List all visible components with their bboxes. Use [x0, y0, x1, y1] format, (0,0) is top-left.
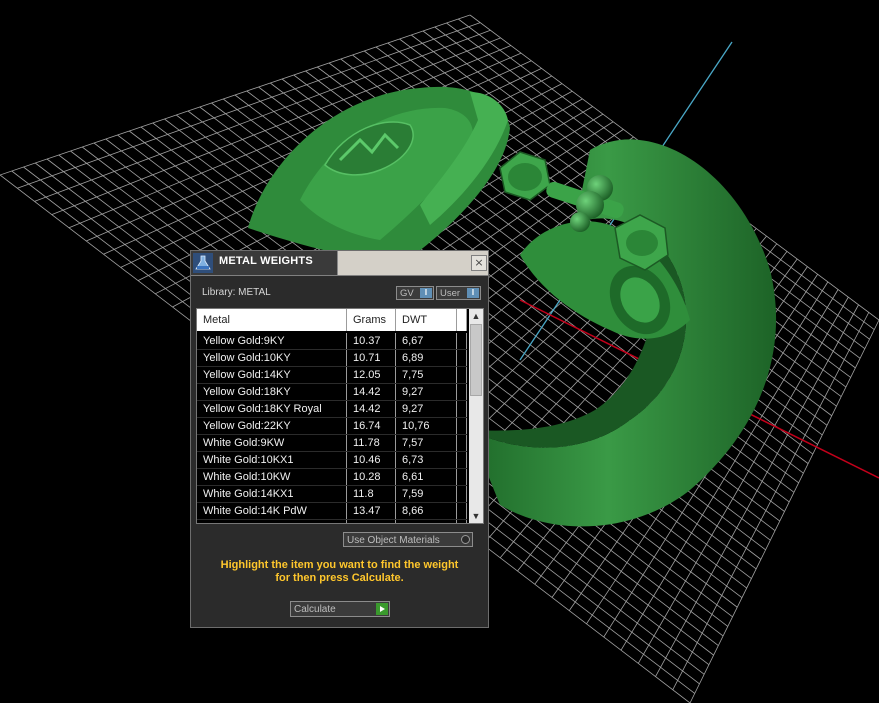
- instruction-text: Highlight the item you want to find the …: [191, 559, 488, 585]
- dwt-cell: 10,76: [396, 418, 457, 434]
- dwt-cell: 7,75: [396, 367, 457, 383]
- table-row[interactable]: Yellow Gold:10KY 10.71 6,89: [197, 350, 467, 367]
- grams-cell: 12.05: [347, 367, 396, 383]
- spacer-cell: [457, 333, 467, 349]
- dialog-titlebar[interactable]: METAL WEIGHTS ×: [191, 251, 488, 276]
- spacer-cell: [457, 452, 467, 468]
- metal-cell: White Gold:14KW: [197, 520, 347, 523]
- table-row[interactable]: White Gold:14KW13.138,58: [197, 520, 467, 523]
- chevron-down-icon[interactable]: ▼: [469, 509, 483, 523]
- metal-cell: White Gold:9KW: [197, 435, 347, 451]
- grams-cell: 10.71: [347, 350, 396, 366]
- spacer-cell: [457, 367, 467, 383]
- dwt-cell: 7,57: [396, 435, 457, 451]
- calculate-label: Calculate: [294, 604, 336, 615]
- metal-cell: Yellow Gold:14KY: [197, 367, 347, 383]
- scroll-thumb[interactable]: [470, 324, 482, 396]
- title-tab: METAL WEIGHTS: [191, 251, 338, 275]
- table-row[interactable]: White Gold:14K PdW 13.47 8,66: [197, 503, 467, 520]
- spacer-cell: [457, 418, 467, 434]
- table-row[interactable]: Yellow Gold:14KY 12.05 7,75: [197, 367, 467, 384]
- close-icon[interactable]: ×: [471, 255, 487, 271]
- spacer-cell: [457, 520, 467, 523]
- dialog-title: METAL WEIGHTS: [219, 255, 313, 267]
- spacer-cell: [457, 469, 467, 485]
- table-row[interactable]: White Gold:10KW 10.28 6,61: [197, 469, 467, 486]
- dwt-cell: 8,66: [396, 503, 457, 519]
- user-toggle-label: User: [440, 288, 461, 299]
- spacer-cell: [457, 435, 467, 451]
- dwt-cell: 6,89: [396, 350, 457, 366]
- spacer-cell: [457, 401, 467, 417]
- grams-cell: 13.13: [347, 520, 396, 523]
- metal-cell: Yellow Gold:18KY Royal: [197, 401, 347, 417]
- grams-cell: 13.47: [347, 503, 396, 519]
- grams-cell: 10.37: [347, 333, 396, 349]
- spacer-cell: [457, 486, 467, 502]
- metal-cell: White Gold:14KX1: [197, 486, 347, 502]
- grams-cell: 11.8: [347, 486, 396, 502]
- dwt-cell: 7,59: [396, 486, 457, 502]
- instruction-line-2: for then press Calculate.: [275, 572, 404, 584]
- grams-cell: 10.28: [347, 469, 396, 485]
- column-header-spacer: [457, 309, 467, 331]
- toggle-knob-icon: I: [467, 288, 479, 298]
- play-icon: [376, 603, 388, 615]
- metal-cell: White Gold:10KW: [197, 469, 347, 485]
- table-row[interactable]: Yellow Gold:18KY 14.42 9,27: [197, 384, 467, 401]
- column-header-metal[interactable]: Metal: [197, 309, 347, 331]
- column-header-grams[interactable]: Grams: [347, 309, 396, 331]
- table-row[interactable]: White Gold:14KX1 11.8 7,59: [197, 486, 467, 503]
- table-row[interactable]: Yellow Gold:18KY Royal 14.42 9,27: [197, 401, 467, 418]
- dwt-cell: 6,67: [396, 333, 457, 349]
- spacer-cell: [457, 350, 467, 366]
- table-header: Metal Grams DWT: [197, 309, 467, 331]
- grams-cell: 14.42: [347, 384, 396, 400]
- spacer-cell: [457, 384, 467, 400]
- metal-cell: Yellow Gold:18KY: [197, 384, 347, 400]
- dwt-cell: 9,27: [396, 401, 457, 417]
- chevron-up-icon[interactable]: ▲: [469, 309, 483, 323]
- use-object-materials-toggle[interactable]: Use Object Materials: [343, 532, 473, 547]
- flask-icon: [193, 253, 213, 273]
- metal-weights-dialog: METAL WEIGHTS × Library: METAL GV I User…: [190, 250, 489, 628]
- table-body: Yellow Gold:9KY 10.37 6,67 Yellow Gold:10KY…: [197, 333, 467, 523]
- dwt-cell: 8,58: [396, 520, 457, 523]
- table-row[interactable]: White Gold:9KW 11.78 7,57: [197, 435, 467, 452]
- gv-toggle[interactable]: GV I: [396, 286, 434, 300]
- calculate-button[interactable]: Calculate: [290, 601, 390, 617]
- spacer-cell: [457, 503, 467, 519]
- metal-cell: Yellow Gold:10KY: [197, 350, 347, 366]
- metal-cell: Yellow Gold:22KY: [197, 418, 347, 434]
- metal-cell: White Gold:14K PdW: [197, 503, 347, 519]
- table-row[interactable]: Yellow Gold:9KY 10.37 6,67: [197, 333, 467, 350]
- use-object-materials-label: Use Object Materials: [347, 535, 440, 546]
- dwt-cell: 6,61: [396, 469, 457, 485]
- instruction-line-1: Highlight the item you want to find the …: [220, 559, 459, 571]
- metal-cell: Yellow Gold:9KY: [197, 333, 347, 349]
- table-row[interactable]: Yellow Gold:22KY 16.74 10,76: [197, 418, 467, 435]
- table-scrollbar[interactable]: ▲ ▼: [469, 309, 483, 523]
- grams-cell: 16.74: [347, 418, 396, 434]
- column-header-dwt[interactable]: DWT: [396, 309, 457, 331]
- metal-table: Metal Grams DWT Yellow Gold:9KY 10.37 6,67…: [196, 308, 484, 524]
- toggle-knob-icon: I: [420, 288, 432, 298]
- dwt-cell: 6,73: [396, 452, 457, 468]
- library-label: Library: METAL: [202, 287, 271, 298]
- gv-toggle-label: GV: [400, 288, 414, 299]
- table-row[interactable]: White Gold:10KX1 10.46 6,73: [197, 452, 467, 469]
- grams-cell: 11.78: [347, 435, 396, 451]
- radio-icon: [461, 535, 470, 544]
- grams-cell: 10.46: [347, 452, 396, 468]
- grams-cell: 14.42: [347, 401, 396, 417]
- metal-cell: White Gold:10KX1: [197, 452, 347, 468]
- user-toggle[interactable]: User I: [436, 286, 481, 300]
- dwt-cell: 9,27: [396, 384, 457, 400]
